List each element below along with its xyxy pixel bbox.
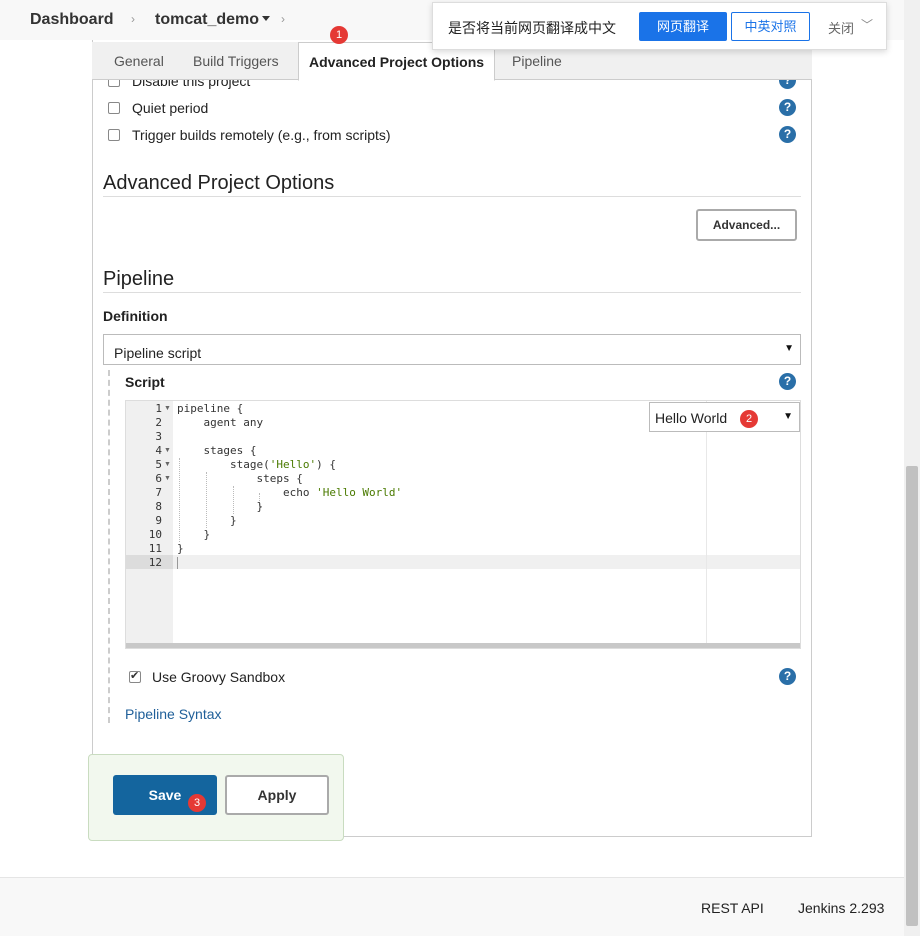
translate-prompt: 是否将当前网页翻译成中文 网页翻译 中英对照 关闭 ﹀	[432, 2, 887, 50]
code-line: }	[177, 500, 264, 513]
bilingual-button[interactable]: 中英对照	[731, 12, 810, 41]
caret-down-icon[interactable]	[262, 16, 270, 21]
line-number: 7	[155, 486, 162, 499]
code-line: agent any	[177, 416, 264, 429]
code-line: stage('Hello') {	[177, 458, 336, 471]
line-number: 12	[148, 556, 162, 569]
pipeline-section-title: Pipeline	[103, 268, 175, 290]
dropdown-arrow-icon: ▼	[783, 411, 793, 422]
code-text: ) {	[316, 458, 336, 471]
script-label: Script	[125, 374, 165, 390]
breadcrumb-separator: ›	[131, 12, 135, 26]
fold-arrow-icon[interactable]: ▼	[164, 405, 171, 412]
help-icon[interactable]: ?	[779, 126, 796, 143]
fold-arrow-icon[interactable]: ▼	[164, 447, 171, 454]
code-line: steps {	[177, 472, 303, 485]
disable-project-label: Disable this project	[132, 80, 251, 89]
rest-api-link[interactable]: REST API	[701, 900, 764, 916]
dropdown-arrow-icon: ▼	[784, 343, 794, 354]
tab-general[interactable]: General	[114, 42, 164, 80]
translate-close-button[interactable]: 关闭	[828, 18, 854, 37]
code-string: 'Hello'	[269, 458, 317, 471]
jenkins-config-page: Dashboard › tomcat_demo › General Build …	[0, 0, 920, 936]
trigger-remote-checkbox[interactable]	[108, 129, 120, 141]
quiet-period-checkbox[interactable]	[108, 102, 120, 114]
sample-script-value: Hello World	[655, 410, 728, 426]
help-icon[interactable]: ?	[779, 668, 796, 685]
code-line: echo 'Hello World'	[177, 486, 402, 499]
quiet-period-label: Quiet period	[132, 100, 209, 116]
annotation-badge: 1	[330, 26, 348, 44]
disable-project-row[interactable]: Disable this project	[108, 80, 250, 89]
help-icon[interactable]: ?	[779, 80, 796, 89]
apply-button[interactable]: Apply	[225, 775, 329, 815]
editor-horizontal-scrollbar[interactable]	[126, 643, 800, 648]
code-line: stages {	[177, 444, 257, 457]
script-editor[interactable]: 1 2 3 4 5 6 7 8 9 10 11 12 ▼ ▼ ▼ ▼ pipel…	[125, 400, 801, 649]
help-icon[interactable]: ?	[779, 99, 796, 116]
definition-value: Pipeline script	[114, 345, 202, 361]
line-number: 5	[155, 458, 162, 471]
fold-arrow-icon[interactable]: ▼	[164, 475, 171, 482]
print-margin	[706, 401, 707, 648]
definition-label: Definition	[103, 308, 168, 324]
breadcrumb-separator: ›	[281, 12, 285, 26]
line-number: 6	[155, 472, 162, 485]
groovy-sandbox-label: Use Groovy Sandbox	[152, 669, 286, 685]
definition-select[interactable]: Pipeline script ▼	[103, 334, 801, 365]
jenkins-version-link[interactable]: Jenkins 2.293	[798, 900, 884, 916]
help-icon[interactable]: ?	[779, 373, 796, 390]
line-number: 9	[155, 514, 162, 527]
groovy-sandbox-row[interactable]: Use Groovy Sandbox	[129, 669, 285, 685]
annotation-badge: 2	[740, 410, 758, 428]
code-line: }	[177, 528, 211, 541]
groovy-sandbox-checkbox[interactable]	[129, 669, 141, 683]
chevron-down-icon[interactable]: ﹀	[861, 16, 873, 33]
trigger-remote-label: Trigger builds remotely (e.g., from scri…	[132, 127, 391, 143]
code-string: 'Hello World'	[316, 486, 403, 499]
trigger-remote-row[interactable]: Trigger builds remotely (e.g., from scri…	[108, 127, 391, 143]
quiet-period-row[interactable]: Quiet period	[108, 100, 208, 116]
trigger-row-clip: Disable this project ?	[108, 80, 798, 90]
code-text: echo	[177, 486, 317, 499]
breadcrumb-dashboard[interactable]: Dashboard	[30, 11, 114, 29]
translate-prompt-text: 是否将当前网页翻译成中文	[448, 20, 616, 36]
page-footer: REST API Jenkins 2.293	[0, 877, 904, 936]
advanced-button[interactable]: Advanced...	[696, 209, 797, 241]
section-divider	[103, 196, 801, 197]
annotation-badge: 3	[188, 794, 206, 812]
fold-arrow-icon[interactable]: ▼	[164, 461, 171, 468]
section-divider	[103, 292, 801, 293]
code-text: stage(	[177, 458, 270, 471]
code-line: pipeline {	[177, 402, 244, 415]
breadcrumb-job[interactable]: tomcat_demo	[155, 11, 259, 29]
line-number: 3	[155, 430, 162, 443]
code-line: }	[177, 542, 184, 555]
code-line: }	[177, 514, 237, 527]
line-number: 8	[155, 500, 162, 513]
sample-script-select[interactable]: Hello World ▼	[649, 402, 800, 432]
line-number: 11	[148, 542, 162, 555]
translate-page-button[interactable]: 网页翻译	[639, 12, 727, 41]
advanced-section-title: Advanced Project Options	[103, 172, 335, 194]
line-number: 1	[155, 402, 162, 415]
text-cursor	[177, 557, 178, 569]
disable-project-checkbox[interactable]	[108, 80, 120, 87]
line-number: 2	[155, 416, 162, 429]
nested-section-indicator	[108, 370, 110, 723]
scrollbar-thumb[interactable]	[906, 466, 918, 926]
tab-build-triggers[interactable]: Build Triggers	[193, 42, 279, 80]
pipeline-syntax-link[interactable]: Pipeline Syntax	[125, 706, 222, 722]
line-number: 4	[155, 444, 162, 457]
line-number: 10	[148, 528, 162, 541]
